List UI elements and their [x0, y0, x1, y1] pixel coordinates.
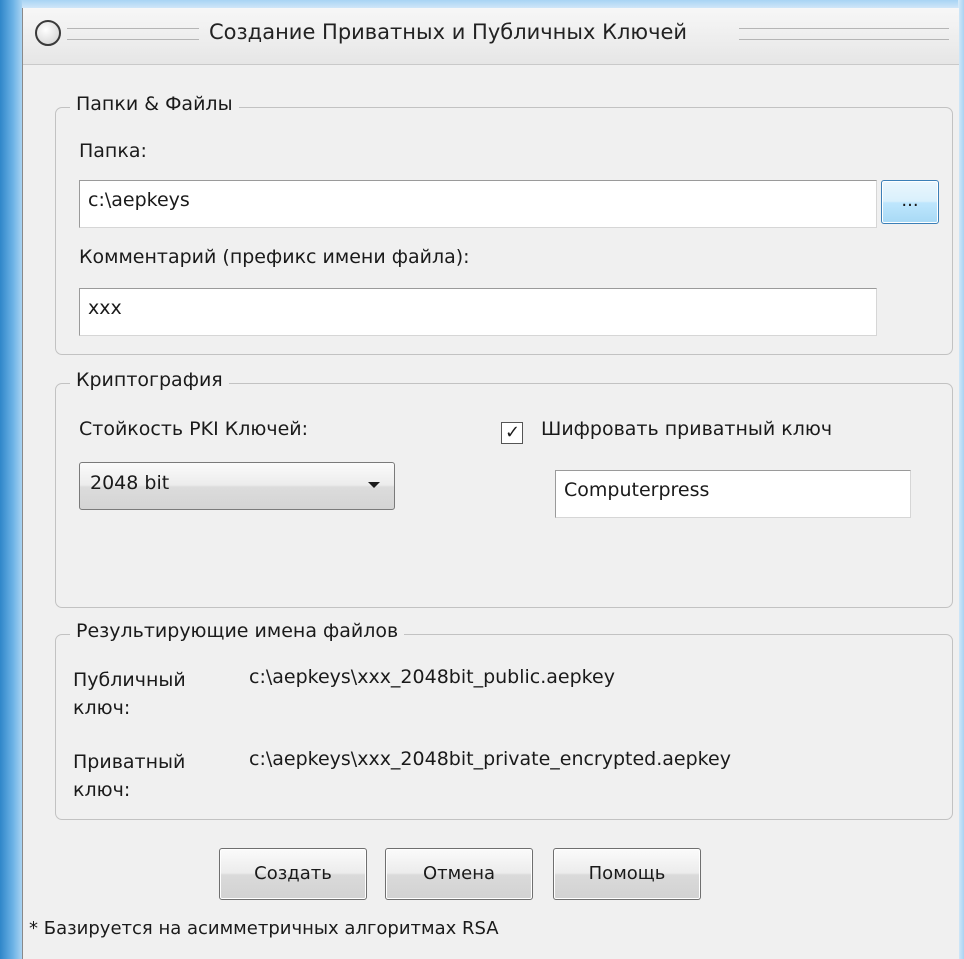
- chevron-down-icon: [368, 482, 380, 488]
- comment-input[interactable]: xxx: [79, 288, 877, 336]
- public-key-label-line2: ключ:: [73, 697, 131, 719]
- browse-folder-button[interactable]: ...: [881, 180, 939, 224]
- result-files-legend: Результирующие имена файлов: [70, 620, 405, 642]
- public-key-label-line1: Публичный: [73, 669, 186, 691]
- comment-label: Комментарий (префикс имени файла):: [79, 246, 470, 268]
- help-button[interactable]: Помощь: [553, 848, 701, 900]
- cryptography-legend: Криптография: [70, 369, 229, 391]
- folder-label: Папка:: [79, 140, 147, 162]
- desktop-frame-left: [0, 0, 22, 959]
- password-input[interactable]: Computerpress: [555, 470, 911, 518]
- folder-input[interactable]: c:\aepkeys: [79, 180, 877, 228]
- key-generation-dialog: Создание Приватных и Публичных Ключей Па…: [22, 8, 959, 959]
- public-key-path: c:\aepkeys\xxx_2048bit_public.aepkey: [249, 666, 615, 688]
- create-button[interactable]: Создать: [219, 848, 367, 900]
- private-key-label-line2: ключ:: [73, 779, 131, 801]
- key-strength-label: Стойкость PKI Ключей:: [79, 418, 309, 440]
- result-files-group: Результирующие имена файлов: [55, 620, 953, 820]
- private-key-label-line1: Приватный: [73, 751, 186, 773]
- desktop-frame-top: [0, 0, 964, 8]
- checkmark-icon: ✓: [505, 422, 521, 443]
- key-strength-value: 2048 bit: [90, 472, 170, 494]
- encrypt-private-key-checkbox[interactable]: ✓: [501, 422, 523, 444]
- title-decoration-right: [739, 28, 949, 40]
- cancel-button[interactable]: Отмена: [385, 848, 533, 900]
- window-title: Создание Приватных и Публичных Ключей: [209, 20, 688, 44]
- private-key-label: Приватный ключ:: [73, 748, 185, 804]
- encrypt-private-key-label[interactable]: Шифровать приватный ключ: [541, 418, 832, 440]
- public-key-label: Публичный ключ:: [73, 666, 186, 722]
- title-bar[interactable]: Создание Приватных и Публичных Ключей: [23, 8, 959, 65]
- key-strength-select[interactable]: 2048 bit: [79, 462, 395, 510]
- private-key-path: c:\aepkeys\xxx_2048bit_private_encrypted…: [249, 748, 731, 770]
- rsa-footnote: * Базируется на асимметричных алгоритмах…: [29, 918, 499, 939]
- title-decoration-left: [67, 28, 199, 40]
- window-menu-icon[interactable]: [35, 20, 61, 46]
- folders-files-legend: Папки & Файлы: [70, 93, 239, 115]
